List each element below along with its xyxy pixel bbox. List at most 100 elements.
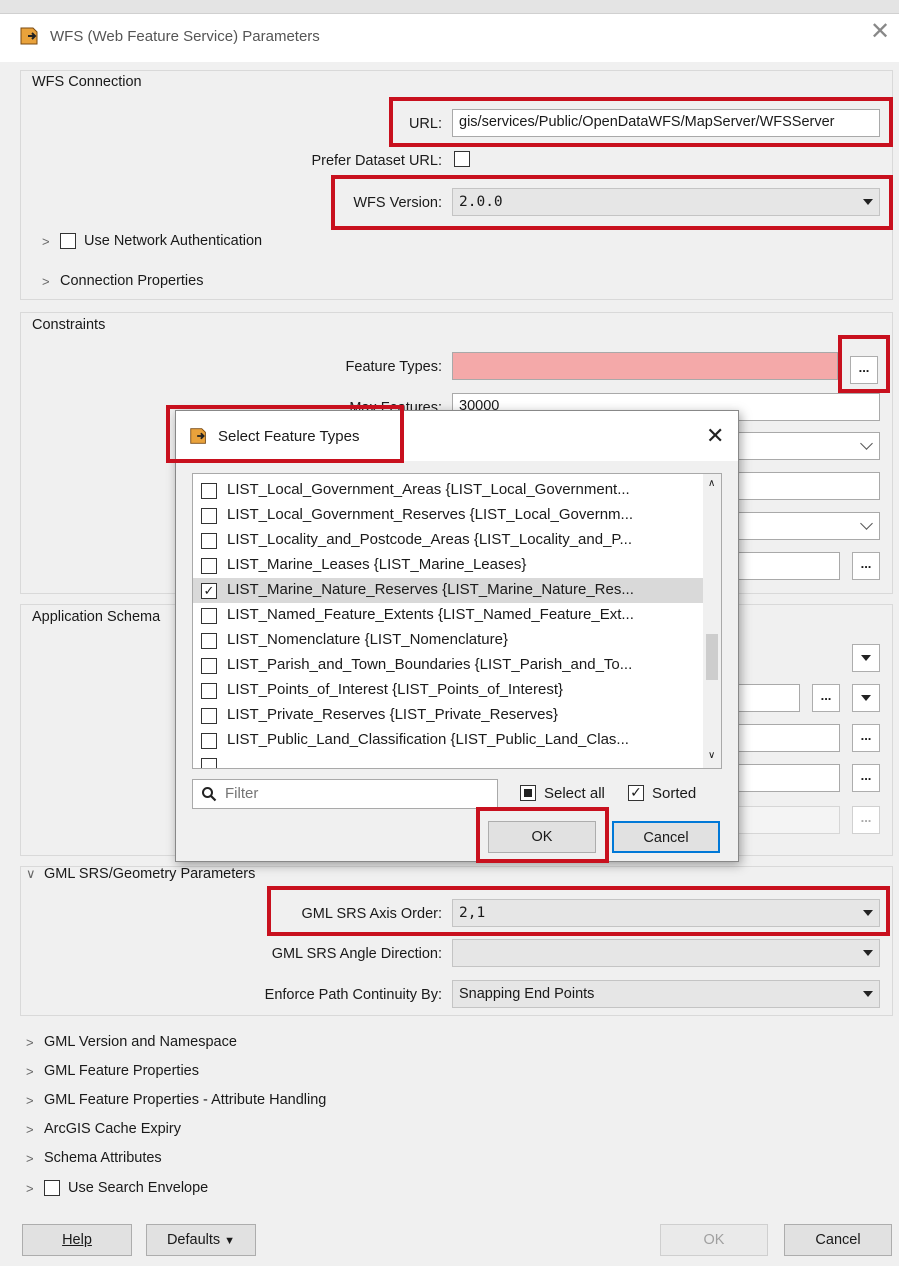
list-item-partial[interactable] [193,753,705,768]
prefer-dataset-url-label: Prefer Dataset URL: [311,153,442,169]
item-label: LIST_Named_Feature_Extents {LIST_Named_F… [227,606,634,623]
conn-props-expand-icon[interactable]: > [42,274,50,289]
background-window-strip [0,0,899,14]
item-checkbox[interactable] [201,758,217,768]
constraint-select-1[interactable] [720,432,880,460]
app-schema-browse-3[interactable]: ... [852,764,880,792]
scroll-up-icon[interactable]: ∧ [708,478,715,489]
angle-direction-select[interactable] [452,939,880,967]
item-checkbox[interactable] [201,633,217,649]
item-checkbox[interactable] [201,658,217,674]
list-item[interactable]: LIST_Local_Government_Areas {LIST_Local_… [193,478,705,503]
item-checkbox[interactable] [201,683,217,699]
dialog-title-highlight [166,405,404,463]
section-arcgis-cache[interactable]: ArcGIS Cache Expiry [44,1121,181,1137]
app-schema-browse-1[interactable]: ... [812,684,840,712]
item-label: LIST_Nomenclature {LIST_Nomenclature} [227,631,508,648]
window-close-icon[interactable]: ✕ [870,20,890,44]
item-checkbox[interactable] [201,608,217,624]
item-checkbox[interactable] [201,558,217,574]
scroll-thumb[interactable] [706,634,718,680]
indeterminate-icon [524,789,532,797]
item-label: LIST_Marine_Nature_Reserves {LIST_Marine… [227,581,634,598]
angle-direction-label: GML SRS Angle Direction: [271,946,442,962]
filter-box[interactable] [192,779,498,809]
search-envelope-checkbox[interactable] [44,1180,60,1196]
dropdown-arrow-icon: ▼ [224,1235,236,1247]
section-gml-version[interactable]: GML Version and Namespace [44,1034,237,1050]
select-all-checkbox[interactable] [520,785,536,801]
network-auth-expand-icon[interactable]: > [42,234,50,249]
cancel-button-main[interactable]: Cancel [784,1224,892,1256]
item-label: LIST_Private_Reserves {LIST_Private_Rese… [227,706,558,723]
wfs-connection-title: WFS Connection [32,74,142,90]
wfs-version-highlight [331,175,893,230]
section-schema-attributes[interactable]: Schema Attributes [44,1150,162,1166]
expand-icon[interactable]: > [26,1181,34,1196]
item-label: LIST_Marine_Leases {LIST_Marine_Leases} [227,556,527,573]
path-continuity-select[interactable]: Snapping End Points [452,980,880,1008]
expand-icon[interactable]: > [26,1035,34,1050]
prefer-dataset-url-checkbox[interactable] [454,151,470,167]
list-item[interactable]: LIST_Public_Land_Classification {LIST_Pu… [193,728,705,753]
defaults-button[interactable]: Defaults ▼ [146,1224,256,1256]
app-schema-browse-2[interactable]: ... [852,724,880,752]
expand-icon[interactable]: > [26,1093,34,1108]
filter-input[interactable] [223,784,483,803]
sorted-label[interactable]: Sorted [652,785,696,802]
path-continuity-label: Enforce Path Continuity By: [264,987,442,1003]
item-checkbox[interactable] [201,483,217,499]
dropdown-arrow-icon [863,950,873,956]
help-label: Help [62,1232,92,1248]
item-checkbox[interactable] [201,733,217,749]
connection-properties-label[interactable]: Connection Properties [60,273,203,289]
expand-icon[interactable]: > [26,1151,34,1166]
expand-icon[interactable]: > [26,1122,34,1137]
chevron-down-icon [860,437,873,450]
list-item[interactable]: LIST_Parish_and_Town_Boundaries {LIST_Pa… [193,653,705,678]
help-button[interactable]: Help [22,1224,132,1256]
scroll-down-icon[interactable]: ∨ [708,750,715,761]
list-item[interactable]: LIST_Marine_Leases {LIST_Marine_Leases} [193,553,705,578]
gml-srs-title[interactable]: GML SRS/Geometry Parameters [44,866,255,882]
feature-types-browse-highlight [838,335,890,393]
app-schema-arrow-1[interactable] [852,644,880,672]
window-title: WFS (Web Feature Service) Parameters [50,28,320,45]
app-schema-arrow-2[interactable] [852,684,880,712]
list-item[interactable]: LIST_Private_Reserves {LIST_Private_Rese… [193,703,705,728]
feature-type-list[interactable]: LIST_Local_Government_Areas {LIST_Local_… [192,473,722,769]
list-item-selected[interactable]: ✓ LIST_Marine_Nature_Reserves {LIST_Marin… [193,578,705,603]
sorted-checkbox[interactable]: ✓ [628,785,644,801]
list-item[interactable]: LIST_Named_Feature_Extents {LIST_Named_F… [193,603,705,628]
dialog-ok-highlight [476,807,609,863]
section-attribute-handling[interactable]: GML Feature Properties - Attribute Handl… [44,1092,326,1108]
dialog-close-icon[interactable]: ✕ [706,423,724,449]
network-auth-checkbox[interactable] [60,233,76,249]
feature-types-input[interactable] [452,352,838,380]
dialog-cancel-button[interactable]: Cancel [612,821,720,853]
gml-srs-collapse-icon[interactable]: ∨ [26,866,36,882]
section-search-envelope[interactable]: Use Search Envelope [68,1180,208,1196]
item-checkbox[interactable] [201,508,217,524]
ok-button-main[interactable]: OK [660,1224,768,1256]
list-item[interactable]: LIST_Locality_and_Postcode_Areas {LIST_L… [193,528,705,553]
select-feature-types-dialog: Select Feature Types ✕ LIST_Local_Govern… [166,405,739,863]
dropdown-arrow-icon [861,655,871,661]
item-checkbox[interactable] [201,533,217,549]
list-item[interactable]: LIST_Points_of_Interest {LIST_Points_of_… [193,678,705,703]
item-checkbox[interactable] [201,708,217,724]
section-gml-feature-properties[interactable]: GML Feature Properties [44,1063,199,1079]
item-checkbox-checked[interactable]: ✓ [201,583,217,599]
list-item[interactable]: LIST_Nomenclature {LIST_Nomenclature} [193,628,705,653]
constraint-input-2[interactable] [720,472,880,500]
expand-icon[interactable]: > [26,1064,34,1079]
constraint-browse-button[interactable]: ... [852,552,880,580]
list-item[interactable]: LIST_Local_Government_Reserves {LIST_Loc… [193,503,705,528]
url-highlight [389,97,893,147]
list-scrollbar[interactable]: ∧ ∨ [703,474,721,768]
select-all-label[interactable]: Select all [544,785,605,802]
constraints-title: Constraints [32,317,106,333]
constraint-select-3[interactable] [720,512,880,540]
chevron-down-icon [860,517,873,530]
item-label: LIST_Points_of_Interest {LIST_Points_of_… [227,681,564,698]
